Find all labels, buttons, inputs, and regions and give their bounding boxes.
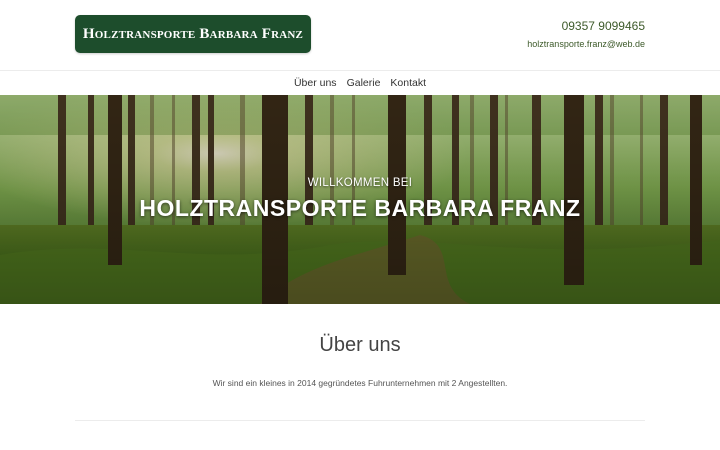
section-title-ueber-uns: Über uns <box>319 334 401 356</box>
nav-item-ueber-uns[interactable]: Über uns <box>294 77 337 89</box>
main-nav: Über uns Galerie Kontakt <box>0 70 720 95</box>
divider <box>75 420 645 421</box>
hero-subtitle: WILLKOMMEN BEI <box>307 177 413 189</box>
hero-banner: WILLKOMMEN BEI HOLZTRANSPORTE BARBARA FR… <box>0 95 720 304</box>
site-header: Holztransporte Barbara Franz 09357 90994… <box>0 0 720 70</box>
nav-item-kontakt[interactable]: Kontakt <box>390 77 426 89</box>
phone-link[interactable]: 09357 9099465 <box>527 18 645 34</box>
contact-info: 09357 9099465 holztransporte.franz@web.d… <box>527 18 645 50</box>
nav-item-galerie[interactable]: Galerie <box>347 77 381 89</box>
section-text-ueber-uns: Wir sind ein kleines in 2014 gegründetes… <box>212 378 508 388</box>
logo-text: Holztransporte Barbara Franz <box>82 25 304 42</box>
email-link[interactable]: holztransporte.franz@web.de <box>527 38 645 50</box>
logo[interactable]: Holztransporte Barbara Franz <box>75 15 311 53</box>
hero-title: HOLZTRANSPORTE BARBARA FRANZ <box>139 195 581 221</box>
